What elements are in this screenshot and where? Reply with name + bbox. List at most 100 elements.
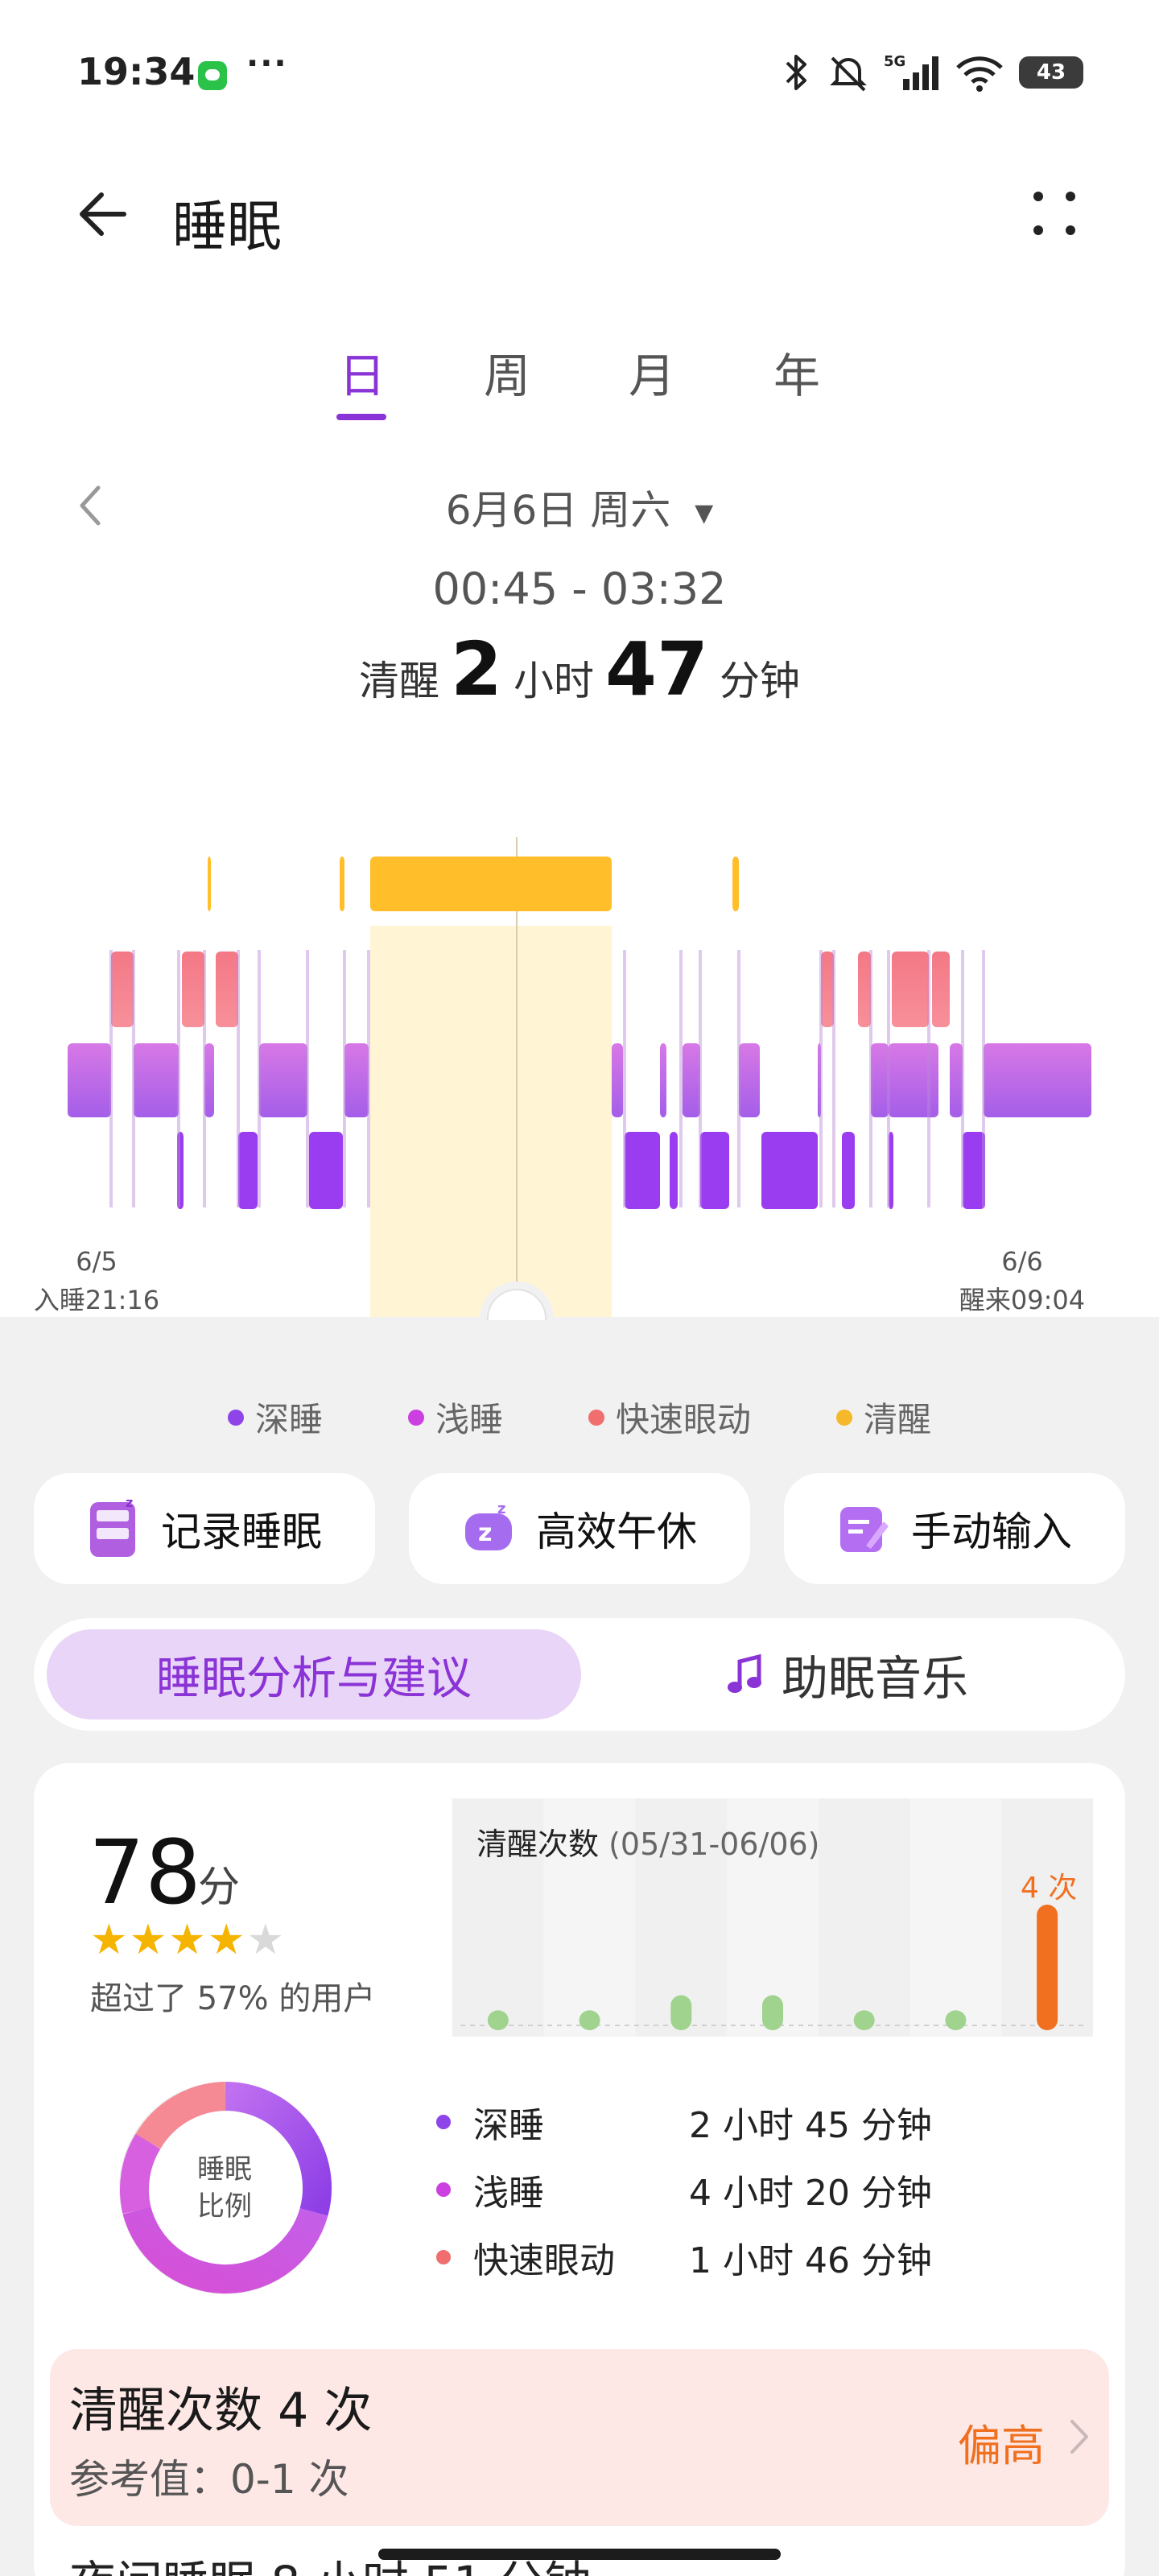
date-selector[interactable]: 6月6日 周六 ▼ <box>0 478 1159 536</box>
stage-row-deep: 深睡 2 小时 45 分钟 <box>436 2096 932 2148</box>
tab-day[interactable]: 日 <box>322 338 402 406</box>
awake-count-bar <box>945 2010 967 2030</box>
chart-baseline <box>0 1317 1159 1320</box>
awake-hours: 2 <box>450 626 502 712</box>
awake-count-bar <box>670 1995 692 2030</box>
stage-transition <box>832 950 835 1208</box>
stage-transition <box>177 950 180 1208</box>
mute-icon <box>830 56 867 92</box>
awake-range: 00:45 - 03:32 <box>432 564 727 614</box>
awake-count-bar <box>1037 1905 1058 2030</box>
star-icon: ★ <box>129 1916 169 1964</box>
stage-transition <box>203 950 206 1208</box>
nap-button[interactable]: zz 高效午休 <box>409 1473 750 1584</box>
awake-hours-unit: 小时 <box>513 658 594 704</box>
stage-dot <box>436 2182 451 2197</box>
stage-segment-light <box>889 1043 938 1117</box>
manual-input-button[interactable]: 手动输入 <box>784 1473 1125 1584</box>
awake-count-value: 4 次 <box>1021 1872 1078 1905</box>
alert-reference: 参考值：0-1 次 <box>69 2456 349 2503</box>
tab-sleep-analysis[interactable]: 睡眠分析与建议 <box>47 1629 581 1719</box>
stage-transition <box>887 950 890 1208</box>
tab-week[interactable]: 周 <box>467 338 547 406</box>
awake-count-bar <box>579 2010 600 2030</box>
stage-transition <box>367 950 370 1208</box>
donut-center-label: 睡眠 比例 <box>190 2151 259 2225</box>
stage-segment-light <box>344 1043 369 1117</box>
stage-transition <box>132 950 135 1208</box>
sleep-score: 78 <box>89 1821 201 1924</box>
stage-transition <box>869 950 872 1208</box>
stage-name: 浅睡 <box>473 2173 544 2214</box>
star-icon: ★ <box>90 1916 130 1964</box>
tab-underline <box>336 414 386 420</box>
awake-count-title: 清醒次数 (05/31-06/06) <box>476 1819 820 1864</box>
stage-legend: 深睡 浅睡 快速眼动 清醒 <box>0 1393 1159 1442</box>
svg-text:z: z <box>497 1501 505 1517</box>
status-time: 19:34 <box>77 50 196 93</box>
chart-end-label: 醒来09:04 <box>959 1285 1086 1315</box>
record-sleep-button[interactable]: z 记录睡眠 <box>34 1473 375 1584</box>
stage-segment-deep <box>309 1132 343 1209</box>
legend-dot <box>836 1409 853 1426</box>
column-stripe <box>818 1798 910 2037</box>
stage-duration: 1 小时 46 分钟 <box>689 2240 932 2281</box>
record-sleep-label: 记录睡眠 <box>161 1509 322 1555</box>
selection-band <box>370 926 612 1320</box>
dropdown-triangle-icon: ▼ <box>695 499 714 527</box>
legend-dot <box>227 1409 244 1426</box>
stage-segment-rem <box>111 952 134 1027</box>
awake-count-bar <box>762 1995 783 2030</box>
stage-transition <box>258 950 261 1208</box>
edit-icon <box>840 1507 889 1552</box>
more-options-icon[interactable] <box>1022 182 1087 246</box>
stage-segment-awake <box>340 857 344 911</box>
stage-segment-rem <box>821 952 834 1027</box>
star-icon: ★ <box>246 1916 287 1964</box>
stage-name: 快速眼动 <box>473 2240 615 2281</box>
awake-duration: 清醒 2 小时 47 分钟 <box>0 626 1159 712</box>
stage-segment-deep <box>625 1132 660 1209</box>
stage-segment-rem <box>182 952 204 1027</box>
tab-month[interactable]: 月 <box>612 338 692 406</box>
stage-transition <box>961 950 964 1208</box>
awake-count-bar <box>487 2010 509 2030</box>
stage-segment-light <box>259 1043 307 1117</box>
nap-icon: zz <box>465 1501 512 1550</box>
signal-icon: 5G <box>884 53 938 90</box>
stage-name: 深睡 <box>473 2105 544 2146</box>
stage-transition <box>737 950 740 1208</box>
stage-transition <box>679 950 683 1208</box>
stage-segment-deep <box>700 1132 729 1209</box>
home-indicator[interactable] <box>378 2549 781 2560</box>
legend-label: 快速眼动 <box>616 1400 752 1439</box>
tab-year[interactable]: 年 <box>757 338 837 406</box>
wechat-notification-icon <box>198 61 227 90</box>
svg-text:z: z <box>126 1497 133 1510</box>
legend-label: 清醒 <box>864 1400 932 1439</box>
donut-label-line2: 比例 <box>197 2190 252 2223</box>
legend-item-awake: 清醒 <box>836 1393 931 1442</box>
chart-end-date: 6/6 <box>1001 1246 1043 1277</box>
legend-item-rem: 快速眼动 <box>588 1393 751 1442</box>
stage-segment-deep <box>238 1132 258 1209</box>
chart-start-date: 6/5 <box>76 1246 118 1277</box>
donut-label-line1: 睡眠 <box>197 2153 252 2186</box>
stage-transition <box>237 950 240 1208</box>
stage-segment-deep <box>963 1132 985 1209</box>
stage-segment-light <box>683 1043 700 1117</box>
stage-duration: 2 小时 45 分钟 <box>689 2105 932 2146</box>
stage-row-light: 浅睡 4 小时 20 分钟 <box>436 2164 932 2215</box>
stage-row-rem: 快速眼动 1 小时 46 分钟 <box>436 2231 932 2283</box>
svg-text:z: z <box>478 1519 492 1547</box>
legend-dot <box>588 1409 604 1426</box>
stage-segment-deep <box>842 1132 855 1209</box>
tab-sleep-music[interactable]: 助眠音乐 <box>580 1629 1114 1719</box>
stage-dot <box>436 2250 451 2264</box>
svg-text:5G: 5G <box>884 53 905 70</box>
awake-prefix: 清醒 <box>358 658 439 704</box>
back-arrow-icon[interactable] <box>66 182 130 246</box>
stage-segment-rem <box>858 952 871 1027</box>
alert-title: 清醒次数 4 次 <box>69 2383 373 2439</box>
stage-transition <box>927 950 930 1208</box>
